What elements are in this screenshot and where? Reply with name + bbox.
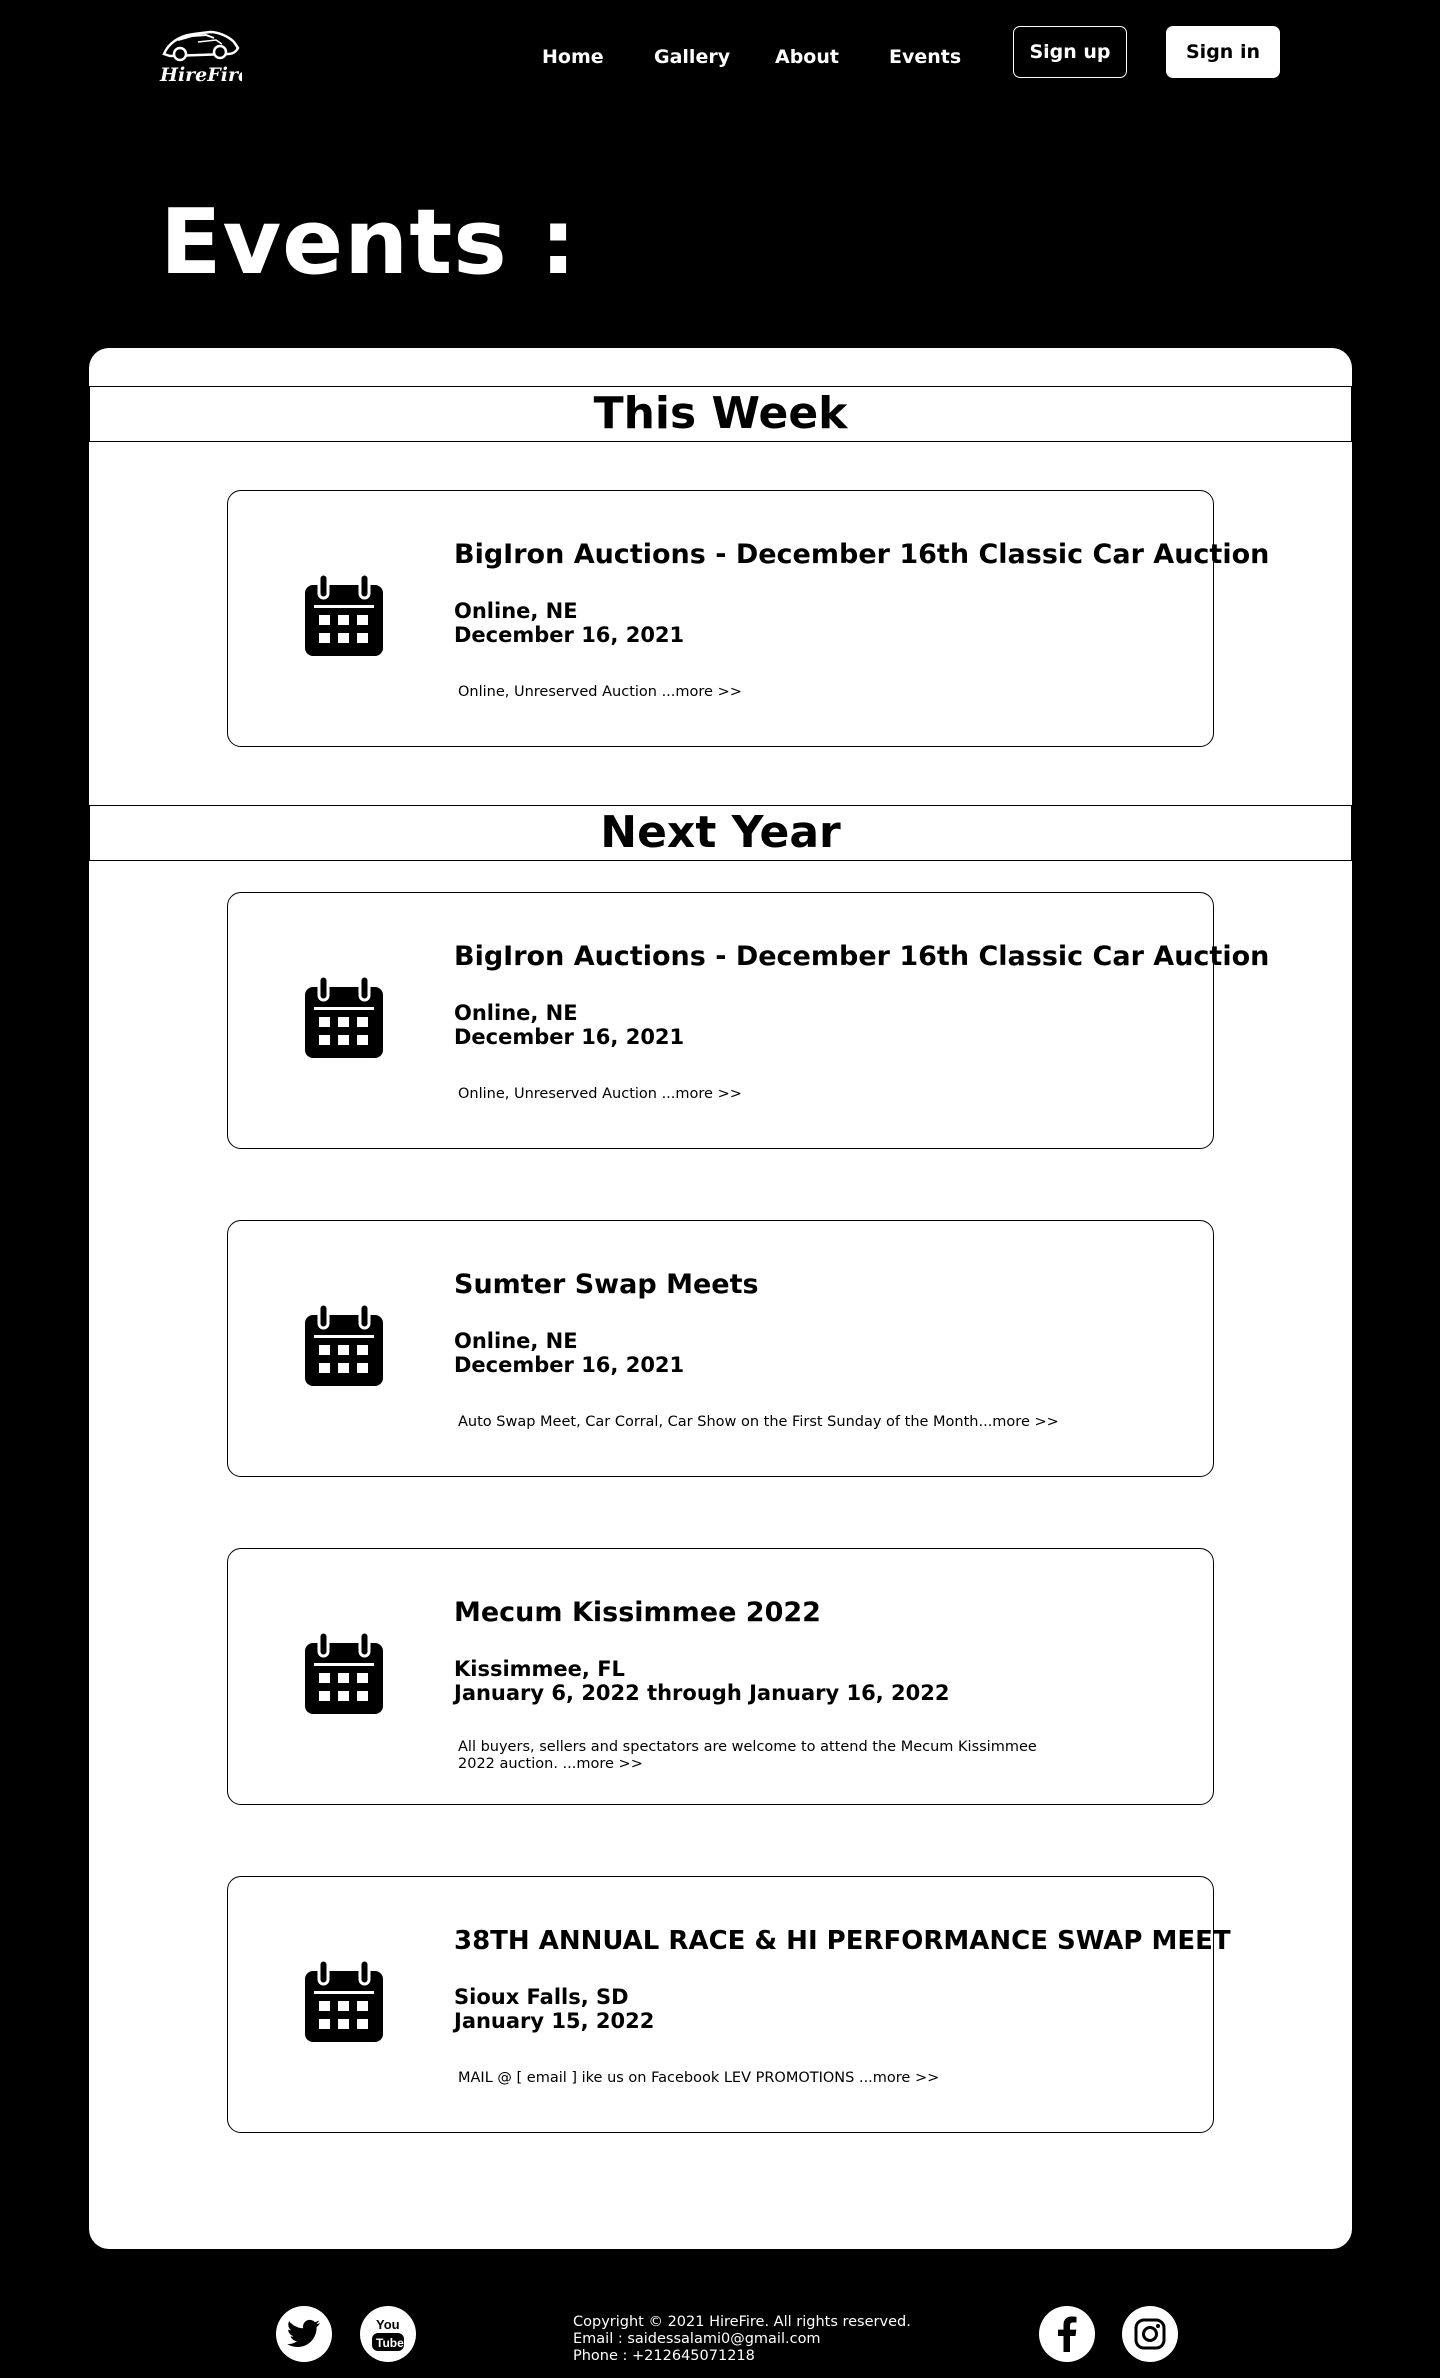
- event-title: 38TH ANNUAL RACE & HI PERFORMANCE SWAP M…: [454, 1926, 1231, 1956]
- events-panel: This Week BigIron Auctions - December 16…: [89, 348, 1352, 2249]
- calendar-icon: [303, 1302, 385, 1388]
- event-description[interactable]: Online, Unreserved Auction ...more >>: [458, 1086, 1078, 1103]
- youtube-icon[interactable]: You Tube: [360, 2306, 416, 2362]
- event-title: BigIron Auctions - December 16th Classic…: [454, 539, 1270, 570]
- site-header: HireFire Home Gallery About Events Sign …: [0, 0, 1440, 110]
- sign-up-button[interactable]: Sign up: [1013, 26, 1127, 78]
- event-date: December 16, 2021: [454, 623, 685, 647]
- event-card[interactable]: Sumter Swap Meets Online, NE December 16…: [227, 1220, 1214, 1477]
- event-location: Online, NE: [454, 1001, 578, 1025]
- section-heading: Next Year: [600, 807, 841, 858]
- event-card[interactable]: BigIron Auctions - December 16th Classic…: [227, 490, 1269, 747]
- calendar-icon: [303, 1958, 385, 2044]
- event-description[interactable]: Online, Unreserved Auction ...more >>: [458, 684, 1078, 701]
- page-title: Events :: [160, 190, 578, 295]
- svg-text:Tube: Tube: [376, 2336, 404, 2350]
- event-title: Sumter Swap Meets: [454, 1269, 759, 1300]
- event-description[interactable]: All buyers, sellers and spectators are w…: [458, 1739, 1078, 1773]
- nav-about[interactable]: About: [775, 44, 839, 70]
- footer-info: Copyright © 2021 HireFire. All rights re…: [573, 2314, 911, 2365]
- event-location: Online, NE: [454, 599, 578, 623]
- svg-text:You: You: [376, 2317, 400, 2332]
- calendar-icon: [303, 1630, 385, 1716]
- nav-home[interactable]: Home: [542, 44, 604, 70]
- event-location: Online, NE: [454, 1329, 578, 1353]
- instagram-icon[interactable]: [1122, 2306, 1178, 2362]
- event-date: January 15, 2022: [454, 2009, 655, 2033]
- event-card[interactable]: BigIron Auctions - December 16th Classic…: [227, 892, 1269, 1149]
- footer-copyright: Copyright © 2021 HireFire. All rights re…: [573, 2314, 911, 2330]
- section-this-week: This Week: [89, 386, 1352, 442]
- calendar-icon: [303, 974, 385, 1060]
- twitter-icon[interactable]: [276, 2306, 332, 2362]
- event-description[interactable]: Auto Swap Meet, Car Corral, Car Show on …: [458, 1414, 1078, 1431]
- svg-text:HireFire: HireFire: [159, 64, 242, 86]
- event-date: December 16, 2021: [454, 1353, 685, 1377]
- sign-in-button[interactable]: Sign in: [1166, 26, 1280, 78]
- section-next-year: Next Year: [89, 805, 1352, 861]
- event-title: BigIron Auctions - December 16th Classic…: [454, 941, 1270, 972]
- event-date: December 16, 2021: [454, 1025, 685, 1049]
- facebook-icon[interactable]: [1039, 2306, 1095, 2362]
- event-card[interactable]: Mecum Kissimmee 2022 Kissimmee, FL Janua…: [227, 1548, 1214, 1805]
- nav-gallery[interactable]: Gallery: [654, 44, 730, 70]
- brand-logo[interactable]: HireFire: [158, 26, 250, 86]
- event-title: Mecum Kissimmee 2022: [454, 1597, 821, 1628]
- event-location: Sioux Falls, SD: [454, 1985, 629, 2009]
- event-location: Kissimmee, FL: [454, 1657, 625, 1681]
- footer-email[interactable]: Email : saidessalami0@gmail.com: [573, 2331, 911, 2348]
- event-description[interactable]: MAIL @ [ email ] ike us on Facebook LEV …: [458, 2070, 1078, 2087]
- footer-phone[interactable]: Phone : +212645071218: [573, 2348, 911, 2365]
- car-logo-icon: HireFire: [159, 30, 250, 86]
- calendar-icon: [303, 572, 385, 658]
- event-card[interactable]: 38TH ANNUAL RACE & HI PERFORMANCE SWAP M…: [227, 1876, 1231, 2133]
- nav-events[interactable]: Events: [889, 44, 961, 70]
- section-heading: This Week: [593, 388, 848, 439]
- event-date: January 6, 2022 through January 16, 2022: [454, 1681, 950, 1705]
